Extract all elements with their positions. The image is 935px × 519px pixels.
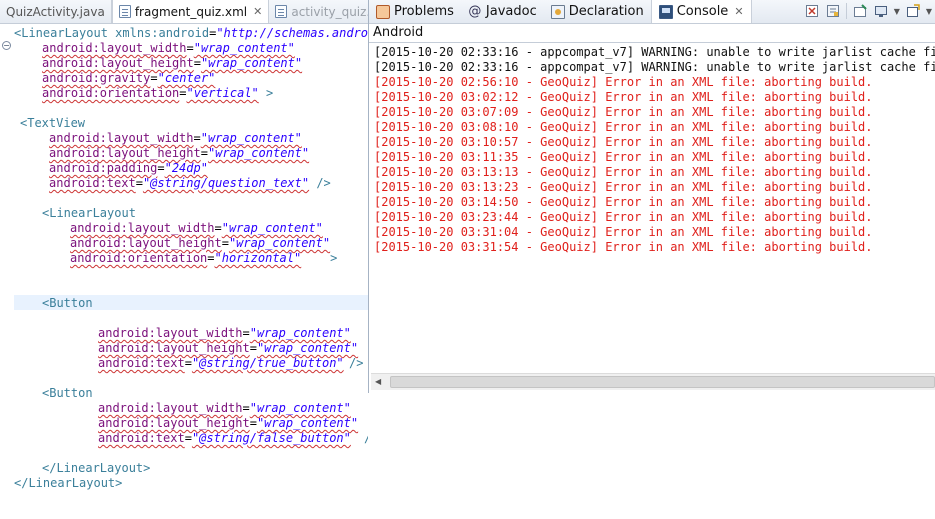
editor-tab-bar: QuizActivity.java fragment_quiz.xml ✕ ac… bbox=[0, 0, 368, 24]
log-line: [2015-10-20 03:08:10 - GeoQuiz] Error in… bbox=[374, 120, 873, 134]
problems-icon bbox=[376, 4, 390, 19]
code-line: android:orientation="vertical" > bbox=[42, 86, 274, 100]
code-line: android:padding="24dp" bbox=[49, 161, 208, 175]
console-name: Android bbox=[373, 25, 424, 40]
javadoc-icon: @ bbox=[468, 3, 482, 19]
log-line: [2015-10-20 03:02:12 - GeoQuiz] Error in… bbox=[374, 90, 873, 104]
tab-label: Console bbox=[676, 4, 729, 19]
tab-label: Problems bbox=[394, 4, 454, 19]
tab-label: QuizActivity.java bbox=[6, 4, 105, 19]
code-line: android:layout_width="wrap_content" bbox=[70, 221, 323, 235]
log-line: [2015-10-20 03:31:54 - GeoQuiz] Error in… bbox=[374, 240, 873, 254]
log-line: [2015-10-20 03:11:35 - GeoQuiz] Error in… bbox=[374, 150, 873, 164]
log-line: [2015-10-20 03:13:13 - GeoQuiz] Error in… bbox=[374, 165, 873, 179]
tab-label: fragment_quiz.xml bbox=[134, 4, 248, 19]
log-line: [2015-10-20 02:56:10 - GeoQuiz] Error in… bbox=[374, 75, 873, 89]
view-tab-bar: Problems @ Javadoc Declaration Console ✕ bbox=[369, 0, 935, 24]
log-line: [2015-10-20 03:31:04 - GeoQuiz] Error in… bbox=[374, 225, 873, 239]
code-line: android:layout_height="wrap_content" bbox=[42, 56, 303, 70]
xml-file-icon bbox=[275, 5, 288, 18]
code-line: android:orientation="horizontal" > bbox=[70, 251, 338, 265]
code-line: <TextView bbox=[20, 116, 86, 130]
clear-console-icon[interactable] bbox=[804, 3, 820, 19]
code-line: android:gravity="center" bbox=[42, 71, 216, 85]
log-line: [2015-10-20 02:33:16 - appcompat_v7] WAR… bbox=[374, 45, 935, 59]
code-line: android:layout_width="wrap_content" bbox=[98, 326, 351, 340]
code-line: </LinearLayout> bbox=[14, 476, 123, 490]
horizontal-scrollbar[interactable]: ◀ bbox=[371, 373, 935, 390]
tab-label: Javadoc bbox=[485, 4, 537, 19]
code-line: android:text="@string/true_button" bbox=[98, 356, 344, 370]
log-line: [2015-10-20 03:13:23 - GeoQuiz] Error in… bbox=[374, 180, 873, 194]
log-line: [2015-10-20 03:14:50 - GeoQuiz] Error in… bbox=[374, 195, 873, 209]
code-line: android:text="@string/false_button" bbox=[98, 431, 351, 445]
scroll-lock-icon[interactable] bbox=[825, 3, 841, 19]
chevron-down-icon[interactable]: ▼ bbox=[926, 7, 932, 16]
xml-editor[interactable]: − <LinearLayout xmlns:android="http://sc… bbox=[0, 24, 368, 519]
tab-activity-quiz-xml[interactable]: activity_quiz. bbox=[269, 0, 368, 23]
open-console-icon[interactable] bbox=[905, 3, 921, 19]
log-line: [2015-10-20 03:07:09 - GeoQuiz] Error in… bbox=[374, 105, 873, 119]
display-console-icon[interactable] bbox=[873, 3, 889, 19]
console-view: Problems @ Javadoc Declaration Console ✕ bbox=[368, 0, 935, 393]
tab-javadoc[interactable]: @ Javadoc bbox=[461, 0, 544, 23]
console-icon bbox=[658, 4, 673, 19]
code-line: <LinearLayout bbox=[42, 206, 136, 220]
close-icon[interactable]: ✕ bbox=[734, 5, 743, 18]
tab-label: Declaration bbox=[568, 4, 644, 19]
tab-problems[interactable]: Problems bbox=[369, 0, 461, 23]
code-line: <Button bbox=[42, 296, 93, 310]
code-line: /> bbox=[349, 356, 364, 370]
code-line: android:layout_height="wrap_content" bbox=[49, 146, 310, 160]
scroll-left-icon[interactable]: ◀ bbox=[375, 377, 381, 386]
code-line: android:layout_height="wrap_content" bbox=[98, 341, 359, 355]
log-line: [2015-10-20 03:10:57 - GeoQuiz] Error in… bbox=[374, 135, 873, 149]
tab-fragment-quiz-xml[interactable]: fragment_quiz.xml ✕ bbox=[111, 0, 270, 23]
tab-quizactivity-java[interactable]: QuizActivity.java bbox=[0, 0, 112, 23]
console-output[interactable]: [2015-10-20 02:33:16 - appcompat_v7] WAR… bbox=[369, 42, 935, 372]
tab-label: activity_quiz. bbox=[291, 4, 368, 19]
pin-console-icon[interactable] bbox=[852, 3, 868, 19]
code-line: <Button bbox=[42, 386, 93, 400]
empty-pane bbox=[368, 393, 935, 519]
console-toolbar: ▼ ▼ bbox=[804, 3, 932, 19]
code-line: <LinearLayout xmlns:android="http://sche… bbox=[14, 26, 368, 40]
code-line: android:layout_width="wrap_content" bbox=[49, 131, 302, 145]
xml-file-icon bbox=[118, 5, 131, 18]
code-line: android:layout_height="wrap_content" bbox=[98, 416, 359, 430]
tab-declaration[interactable]: Declaration bbox=[544, 0, 651, 23]
code-line: android:text="@string/question_text" /> bbox=[49, 176, 331, 190]
declaration-icon bbox=[550, 4, 565, 19]
log-line: [2015-10-20 02:33:16 - appcompat_v7] WAR… bbox=[374, 60, 935, 74]
code-line: </LinearLayout> bbox=[42, 461, 151, 475]
fold-collapse-icon[interactable]: − bbox=[2, 41, 11, 50]
close-icon[interactable]: ✕ bbox=[253, 5, 262, 18]
chevron-down-icon[interactable]: ▼ bbox=[894, 7, 900, 16]
tab-console[interactable]: Console ✕ bbox=[650, 0, 752, 23]
scrollbar-thumb[interactable] bbox=[390, 376, 935, 388]
log-line: [2015-10-20 03:23:44 - GeoQuiz] Error in… bbox=[374, 210, 873, 224]
code-line: android:layout_width="wrap_content" bbox=[42, 41, 295, 55]
toolbar-separator bbox=[845, 3, 847, 19]
code-line: android:layout_height="wrap_content" bbox=[70, 236, 331, 250]
code-line: android:layout_width="wrap_content" bbox=[98, 401, 351, 415]
